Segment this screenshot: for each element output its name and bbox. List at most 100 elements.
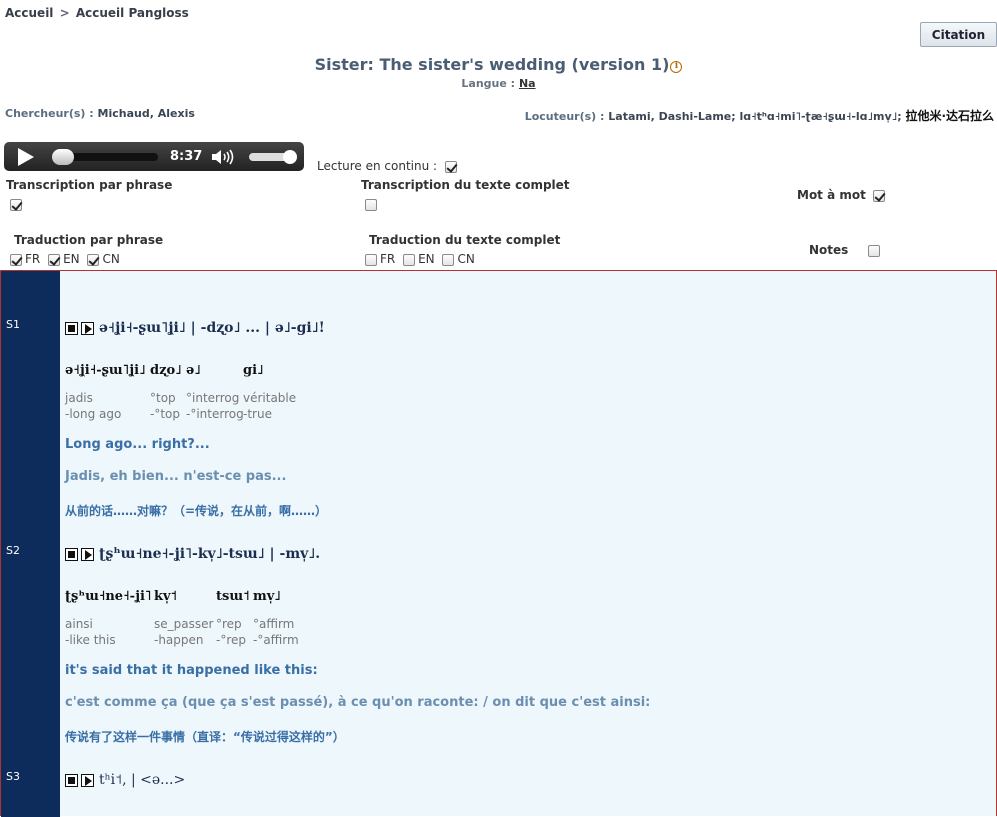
play-icon[interactable] [18,148,34,166]
word-gloss-fr: jadis [65,391,93,405]
continuous-label: Lecture en continu : [317,159,438,173]
player-time: 8:37 [170,149,203,164]
breadcrumb-home-link[interactable]: Accueil [5,6,53,20]
speaker-line: Locuteur(s) : Latami, Dashi-Lame; lɑ˧tʰɑ… [525,107,994,124]
researcher-label: Chercheur(s) : [5,107,94,120]
word-gloss-en: -°top [150,407,180,421]
stop-icon[interactable] [65,321,78,335]
sentence-s1: ə˧ʝi˧-ʂɯ˥ʝi˩ | -dʐo˩ ... | ə˩-gi˩! [65,320,325,336]
breadcrumb-current-link[interactable]: Accueil Pangloss [76,6,189,20]
language-label: Langue : [461,77,516,90]
translation-sentence-cn-checkbox[interactable] [87,253,100,266]
translation-sentence-langs: FR EN CN [10,252,124,266]
translation-en: it's said that it happened like this: [65,663,318,678]
word-gloss-en: -like this [65,633,116,647]
play-sentence-icon[interactable] [81,321,94,335]
sentence-id-s1: S1 [6,318,20,331]
word-form: ə˧ʝi˧-ʂɯ˥ʝi˩ [65,363,146,378]
stop-icon[interactable] [65,773,78,787]
transcription-sentence-label: Transcription par phrase [6,178,173,192]
word-gloss-en: -true [243,407,272,421]
word-by-word-option: Mot à mot [797,188,885,202]
volume-handle[interactable] [283,150,297,164]
word-form: gi˩ [243,363,264,378]
word-gloss-fr: véritable [243,391,297,405]
word-by-word-label: Mot à mot [797,188,866,202]
notes-label: Notes [809,243,849,257]
notes-checkbox[interactable] [868,244,881,257]
translation-full-en-label: EN [418,252,435,266]
translation-sentence-fr-checkbox[interactable] [10,253,22,266]
word-block: gi˩ véritable -true [243,363,296,423]
translation-full-en-checkbox[interactable] [403,253,416,266]
word-gloss-fr: ainsi [65,617,93,631]
citation-button[interactable]: Citation [920,22,997,47]
sentence-id-s3: S3 [6,770,20,783]
page-title-wrap: Sister: The sister's wedding (version 1)… [0,55,997,74]
sentence-transcription: ə˧ʝi˧-ʂɯ˥ʝi˩ | -dʐo˩ ... | ə˩-gi˩! [99,320,325,336]
text-content: S1 ə˧ʝi˧-ʂɯ˥ʝi˩ | -dʐo˩ ... | ə˩-gi˩! ə˧… [0,270,997,817]
page-title: Sister: The sister's wedding (version 1) [314,55,670,74]
translation-sentence-cn-label: CN [102,252,120,266]
word-gloss-en: -long ago [65,407,122,421]
word-form: dʐo˩ [150,363,182,378]
word-block: ə˩ °interrog -°interrog [186,363,244,423]
word-gloss-fr: °top [150,391,176,405]
researcher-value: Michaud, Alexis [97,107,195,120]
translation-sentence-fr-label: FR [25,252,41,266]
play-sentence-icon[interactable] [81,547,94,561]
word-gloss-fr: se_passer [154,617,214,631]
translation-full-cn-label: CN [457,252,475,266]
word-gloss-fr: °interrog [186,391,240,405]
word-form: ə˩ [186,363,201,378]
word-block: ʈʂʰɯ˧ne˧-ʝi˥ ainsi -like this [65,589,151,649]
translation-sentence-en-label: EN [63,252,80,266]
word-gloss-en: -°interrog [186,407,244,421]
researcher-line: Chercheur(s) : Michaud, Alexis [5,107,195,120]
speaker-value: Latami, Dashi-Lame; lɑ˧tʰɑ˧mi˥-ʈæ˧ʂɯ˧-lɑ… [608,110,902,123]
word-gloss-en: -happen [154,633,204,647]
word-block: dʐo˩ °top -°top [150,363,182,423]
stop-icon[interactable] [65,547,78,561]
word-gloss-en: -°rep [216,633,246,647]
continuous-option: Lecture en continu : [317,159,457,173]
continuous-checkbox[interactable] [444,160,457,173]
seek-handle[interactable] [52,149,74,165]
language-link[interactable]: Na [519,77,536,90]
translation-full-fr-checkbox[interactable] [365,253,377,266]
notes-option: Notes [809,243,881,257]
word-by-word-checkbox[interactable] [872,189,885,202]
speaker-value-cn: 拉他米·达石拉么 [905,109,994,123]
language-line: Langue : Na [0,77,997,90]
word-form: ʈʂʰɯ˧ne˧-ʝi˥ [65,589,152,604]
sentence-id-s2: S2 [6,544,20,557]
translation-en: Long ago... right?... [65,437,210,452]
volume-icon[interactable] [211,149,237,165]
translation-cn: 传说有了这样一件事情（直译：“传说过得这样的”） [65,730,345,744]
sentence-s2: ʈʂʰɯ˧ne˧-ʝi˥-kv̩˩-tsɯ˩ | -mv̩˩. [65,546,320,562]
transcription-sentence-checkbox[interactable] [10,198,22,211]
seek-bar[interactable] [52,149,158,165]
translation-full-cn-checkbox[interactable] [442,253,455,266]
word-block: ə˧ʝi˧-ʂɯ˥ʝi˩ jadis -long ago [65,363,146,423]
transcription-full-checkbox[interactable] [365,198,377,211]
breadcrumb-separator: > [59,6,70,20]
translation-full-label: Traduction du texte complet [369,233,561,247]
volume-slider[interactable] [249,150,297,164]
word-gloss-fr: °affirm [253,617,295,631]
translation-full-langs: FR EN CN [365,252,479,266]
speaker-label: Locuteur(s) : [524,110,605,123]
translation-sentence-en-checkbox[interactable] [48,253,61,266]
play-sentence-icon[interactable] [81,773,94,787]
translation-cn: 从前的话……对嘛？（=传说，在从前，啊……） [65,504,328,518]
word-gloss-en: -°affirm [253,633,299,647]
sentence-s3: tʰi˦, | <ə...> [65,772,185,788]
translation-fr: Jadis, eh bien... n'est-ce pas... [65,469,287,484]
word-form: mv̩˩ [253,589,281,604]
info-icon[interactable]: i [670,61,683,73]
audio-player: 8:37 [4,142,304,171]
word-form: kv̩˦ [154,589,178,604]
transcription-full-label: Transcription du texte complet [361,178,570,192]
translation-fr: c'est comme ça (que ça s'est passé), à c… [65,695,651,710]
word-block: kv̩˦ se_passer -happen [154,589,213,649]
